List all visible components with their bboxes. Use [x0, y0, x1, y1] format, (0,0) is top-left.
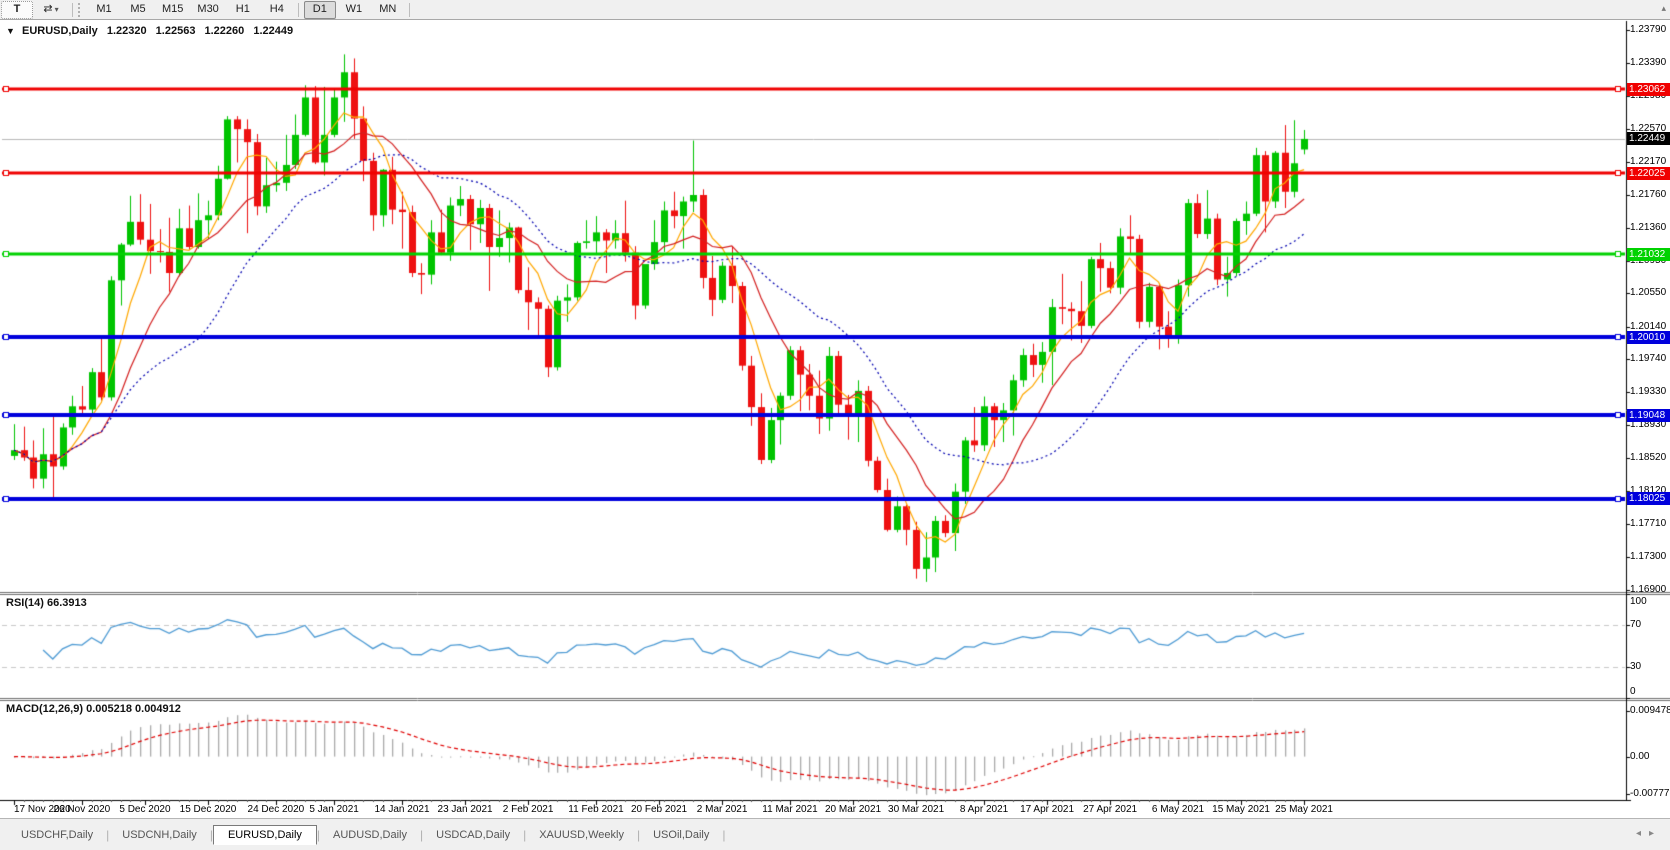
timeframe-toolbar: T ⇄▾ M1M5M15M30H1H4 D1W1MN ▴ [0, 0, 1670, 20]
timeframe-button-h1[interactable]: H1 [227, 1, 259, 19]
price-chart-canvas[interactable] [0, 0, 1670, 850]
timeframe-button-mn[interactable]: MN [372, 1, 404, 19]
tabs-scroll-left-icon[interactable]: ◂ [1636, 828, 1649, 839]
tab-separator: | [722, 828, 725, 842]
toolbar-separator [409, 3, 410, 17]
chart-tab-usdcnh[interactable]: USDCNH,Daily [109, 826, 210, 844]
chart-tab-eurusd[interactable]: EURUSD,Daily [213, 825, 317, 845]
toolbar-separator [298, 3, 299, 17]
chart-tab-usdchf[interactable]: USDCHF,Daily [8, 826, 106, 844]
chevron-down-icon: ▾ [55, 5, 59, 14]
chart-tab-usoil[interactable]: USOil,Daily [640, 826, 722, 844]
timeframe-button-m15[interactable]: M15 [156, 1, 189, 19]
chart-tab-usdcad[interactable]: USDCAD,Daily [423, 826, 523, 844]
timeframe-button-m5[interactable]: M5 [122, 1, 154, 19]
tabs-scroll-right-icon[interactable]: ▸ [1649, 828, 1662, 839]
chart-tools-button[interactable]: ⇄▾ [35, 1, 67, 19]
chart-tab-xauusd[interactable]: XAUUSD,Weekly [526, 826, 637, 844]
chart-tab-bar: USDCHF,Daily|USDCNH,Daily|EURUSD,Daily|A… [0, 818, 1670, 850]
timeframe-button-d1[interactable]: D1 [304, 1, 336, 19]
timeframe-button-h4[interactable]: H4 [261, 1, 293, 19]
timeframe-button-m1[interactable]: M1 [88, 1, 120, 19]
timeframe-button-m30[interactable]: M30 [191, 1, 224, 19]
chart-tab-audusd[interactable]: AUDUSD,Daily [320, 826, 420, 844]
trading-terminal-window: { "toolbar": { "text_tool": "T", "tools_… [0, 0, 1670, 850]
toolbar-separator [72, 3, 73, 17]
toolbar-overflow-icon[interactable]: ▴ [1661, 3, 1666, 14]
toolbar-grip [78, 3, 84, 17]
text-tool-button[interactable]: T [1, 1, 33, 19]
timeframe-button-w1[interactable]: W1 [338, 1, 370, 19]
chart-tools-icon: ⇄ [43, 3, 52, 15]
